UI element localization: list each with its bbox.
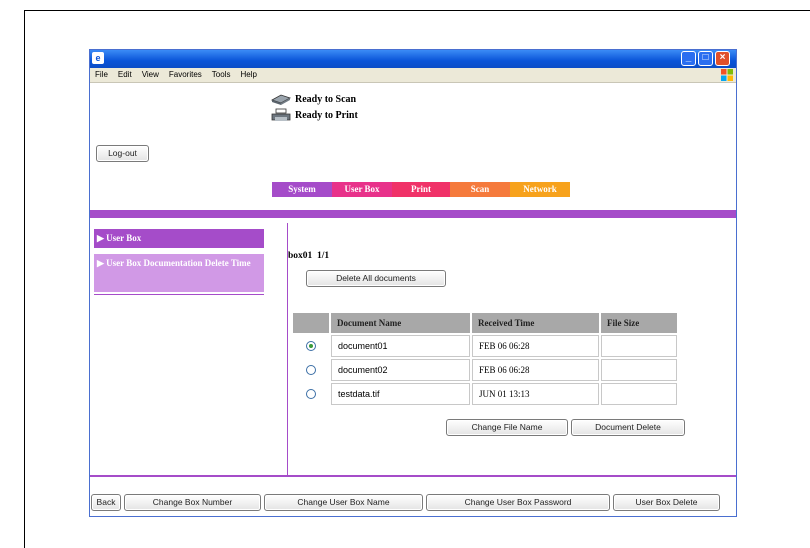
print-status: Ready to Print	[271, 108, 358, 122]
menu-view[interactable]: View	[137, 68, 164, 82]
scan-status-text: Ready to Scan	[295, 93, 357, 105]
title-bar: e _ □ ×	[90, 50, 736, 68]
box-label: box01 1/1	[288, 251, 329, 261]
printer-icon	[271, 108, 291, 121]
file-size-cell	[601, 383, 677, 405]
sidebar-item-user-box-documentation-delete-time[interactable]: ▶ User Box Documentation Delete Time	[94, 254, 264, 292]
documents-table: Document Name Received Time File Size do…	[291, 311, 679, 407]
select-cell	[293, 359, 329, 381]
table-row: testdata.tif JUN 01 13:13	[293, 383, 677, 405]
browser-app-icon: e	[92, 52, 104, 64]
document-radio-button[interactable]	[306, 341, 316, 352]
user-box-delete-button[interactable]: User Box Delete	[613, 494, 720, 511]
column-header-select	[293, 313, 329, 333]
footer-divider	[90, 475, 736, 477]
menu-tools[interactable]: Tools	[207, 68, 236, 82]
received-time-cell: FEB 06 06:28	[472, 359, 599, 381]
sidebar-item-label: User Box	[106, 233, 142, 243]
windows-logo-icon	[721, 69, 733, 81]
change-user-box-name-button[interactable]: Change User Box Name	[264, 494, 423, 511]
box-name: box01	[288, 251, 313, 261]
file-size-cell	[601, 335, 677, 357]
web-content: Ready to Scan Ready to Print Log-out Sys…	[90, 83, 736, 516]
menu-bar: File Edit View Favorites Tools Help	[90, 68, 736, 83]
sidebar-item-label: User Box Documentation Delete Time	[106, 258, 251, 268]
document-radio-button[interactable]	[306, 365, 316, 376]
triangle-right-icon: ▶	[97, 258, 107, 268]
print-status-text: Ready to Print	[295, 109, 358, 121]
browser-window: e _ □ × File Edit View Favorites Tools Help R…	[89, 49, 737, 517]
received-time-cell: JUN 01 13:13	[472, 383, 599, 405]
menu-edit[interactable]: Edit	[113, 68, 137, 82]
tab-scan[interactable]: Scan	[450, 182, 510, 197]
menu-favorites[interactable]: Favorites	[164, 68, 207, 82]
header-divider	[90, 210, 736, 218]
table-header-row: Document Name Received Time File Size	[293, 313, 677, 333]
sidebar-divider	[94, 294, 264, 295]
maximize-button[interactable]: □	[698, 51, 713, 66]
tab-print[interactable]: Print	[392, 182, 450, 197]
received-time-cell: FEB 06 06:28	[472, 335, 599, 357]
document-name-cell: document02	[331, 359, 470, 381]
menu-file[interactable]: File	[90, 68, 113, 82]
sidebar-item-user-box[interactable]: ▶ User Box	[94, 229, 264, 248]
file-size-cell	[601, 359, 677, 381]
tab-user-box[interactable]: User Box	[332, 182, 392, 197]
document-delete-button[interactable]: Document Delete	[571, 419, 685, 436]
document-name-cell: document01	[331, 335, 470, 357]
change-file-name-button[interactable]: Change File Name	[446, 419, 568, 436]
select-cell	[293, 383, 329, 405]
minimize-button[interactable]: _	[681, 51, 696, 66]
change-box-number-button[interactable]: Change Box Number	[124, 494, 261, 511]
change-user-box-password-button[interactable]: Change User Box Password	[426, 494, 610, 511]
document-radio-button[interactable]	[306, 389, 316, 400]
table-row: document02 FEB 06 06:28	[293, 359, 677, 381]
column-header-file-size: File Size	[601, 313, 677, 333]
triangle-right-icon: ▶	[97, 233, 107, 243]
logout-button[interactable]: Log-out	[96, 145, 149, 162]
table-row: document01 FEB 06 06:28	[293, 335, 677, 357]
select-cell	[293, 335, 329, 357]
column-header-document-name: Document Name	[331, 313, 470, 333]
back-button[interactable]: Back	[91, 494, 121, 511]
scanner-icon	[271, 94, 291, 105]
menu-help[interactable]: Help	[235, 68, 261, 82]
column-header-received-time: Received Time	[472, 313, 599, 333]
document-name-cell: testdata.tif	[331, 383, 470, 405]
close-button[interactable]: ×	[715, 51, 730, 66]
tab-network[interactable]: Network	[510, 182, 570, 197]
delete-all-documents-button[interactable]: Delete All documents	[306, 270, 446, 287]
page-indicator: 1/1	[317, 251, 330, 261]
scan-status: Ready to Scan	[271, 92, 356, 106]
tab-system[interactable]: System	[272, 182, 332, 197]
